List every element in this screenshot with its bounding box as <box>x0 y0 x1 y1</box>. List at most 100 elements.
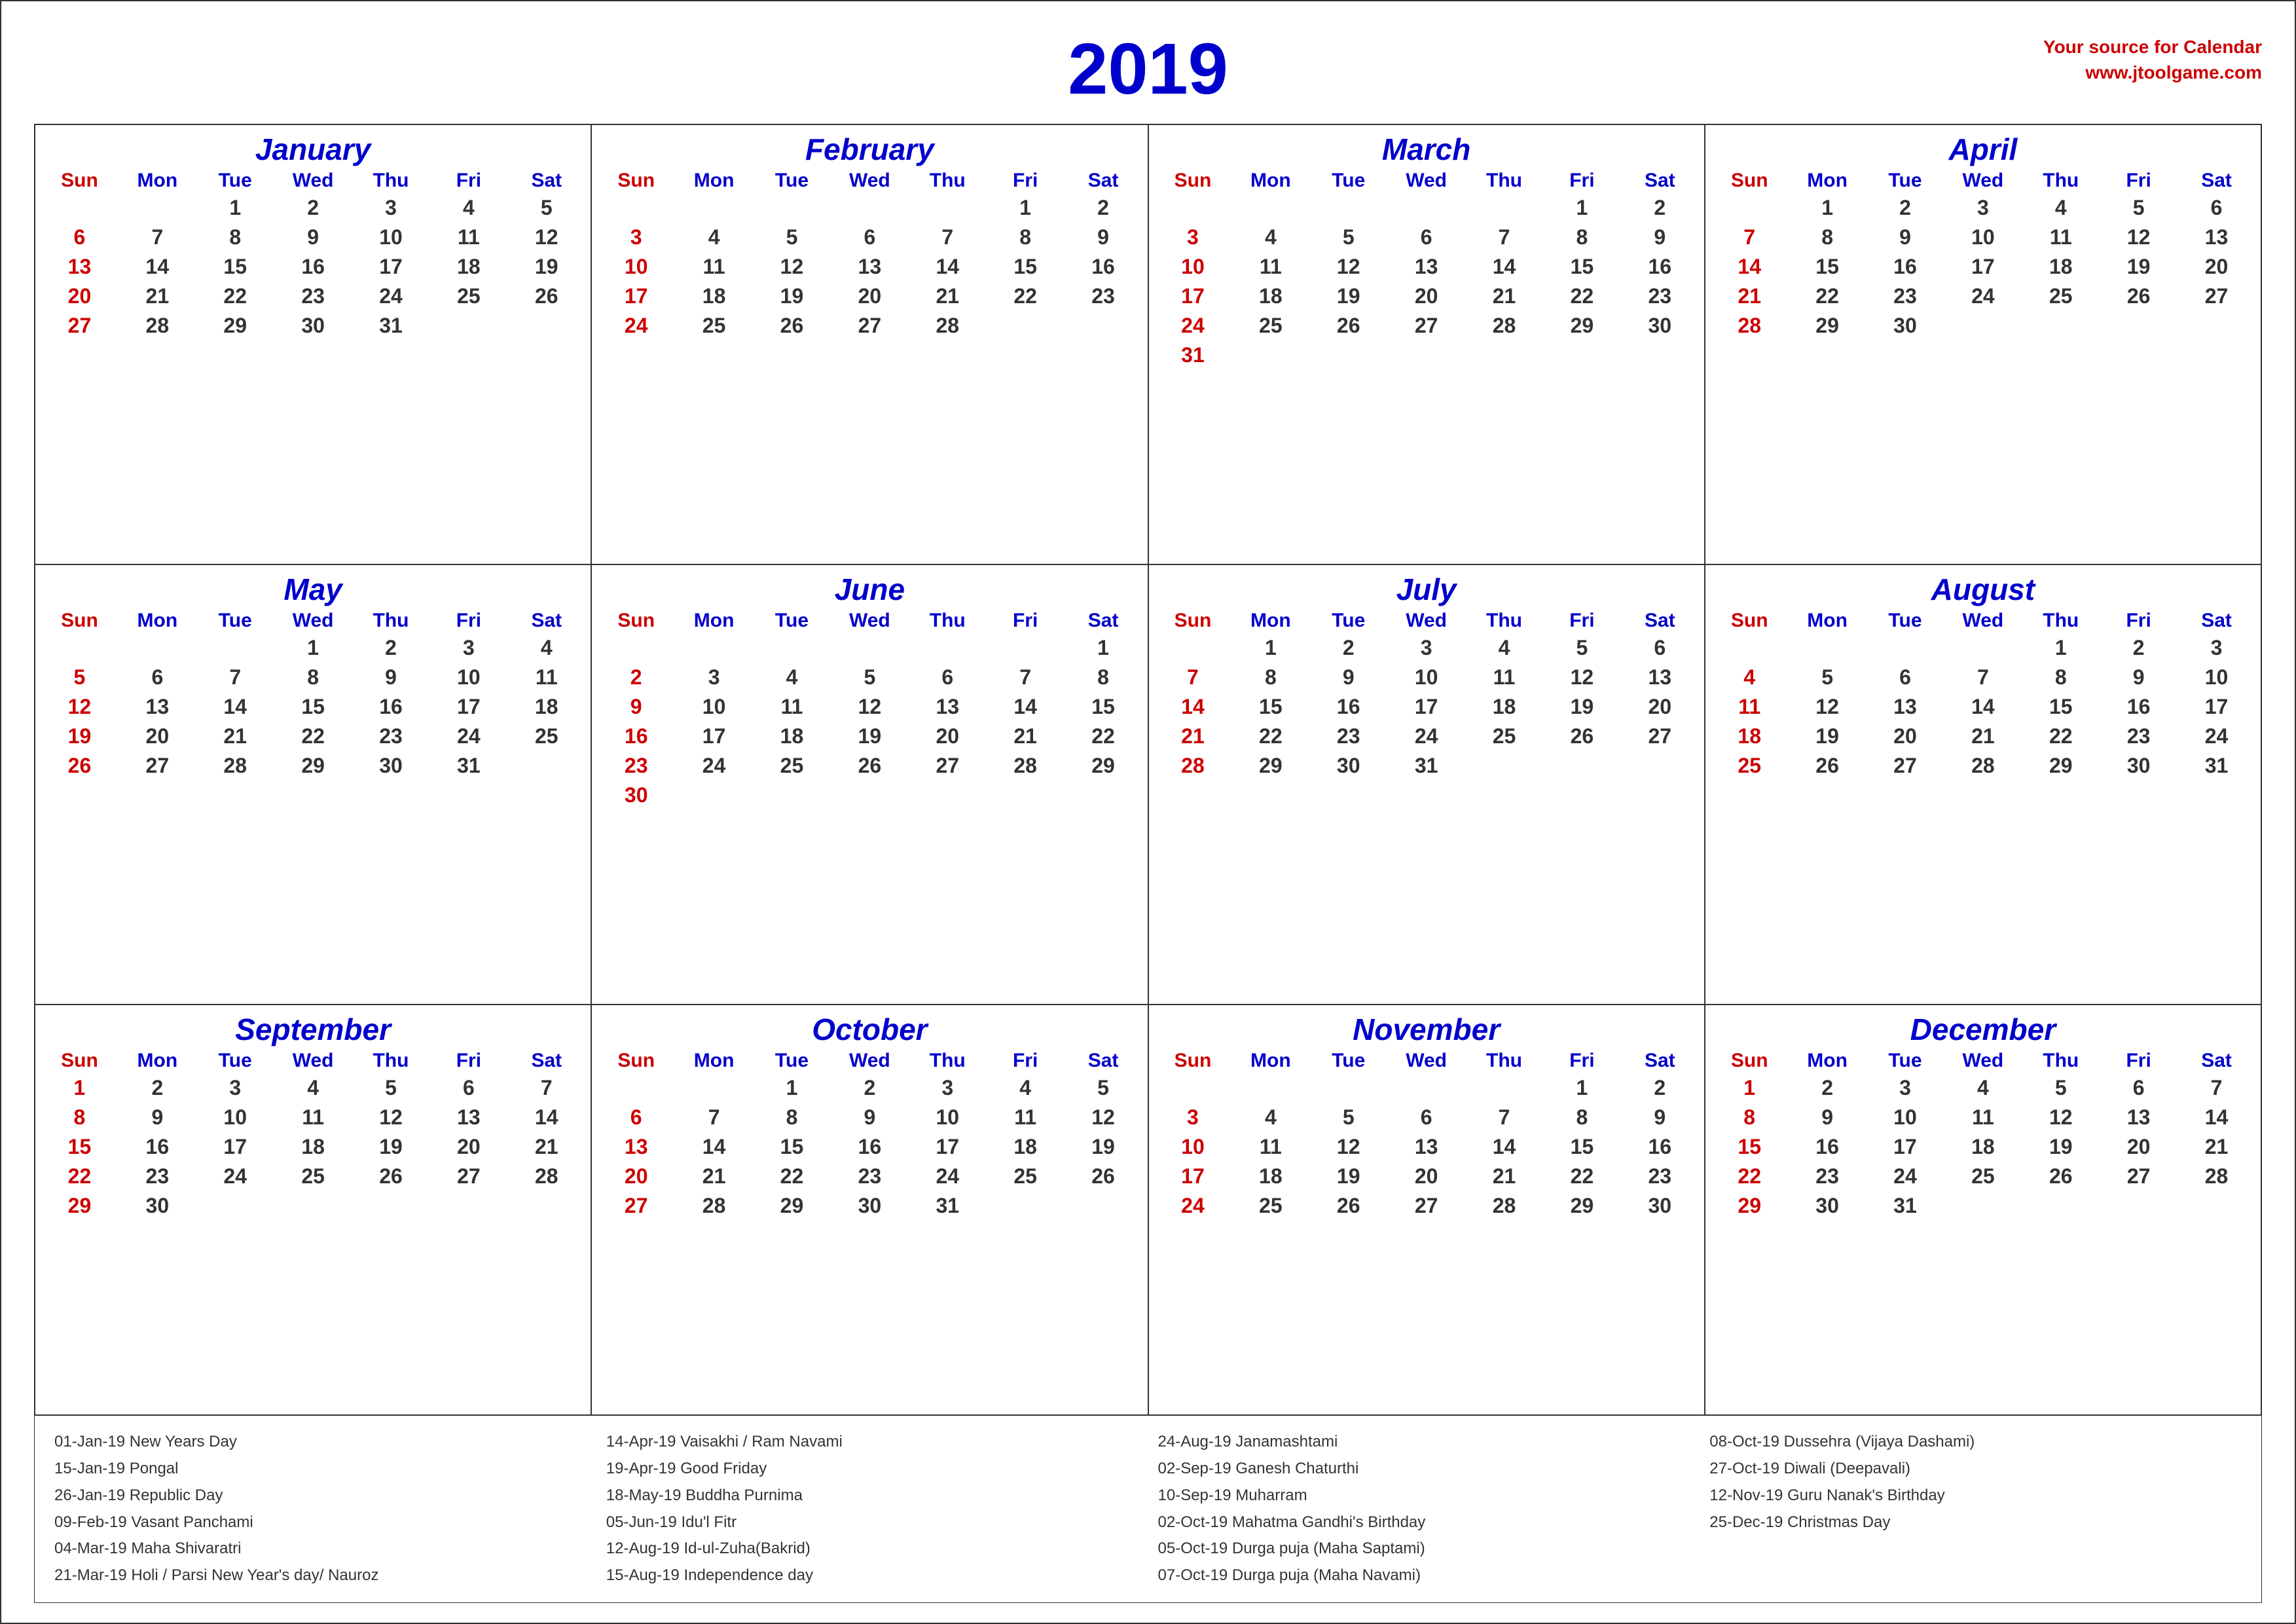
day-header-tue: Tue <box>1867 170 1944 192</box>
holiday-item: 12-Aug-19 Id-ul-Zuha(Bakrid) <box>606 1536 1139 1562</box>
day-cell: 23 <box>1065 282 1142 311</box>
day-cell: 31 <box>909 1191 987 1221</box>
day-cell: 19 <box>2022 1132 2100 1162</box>
holiday-item: 02-Oct-19 Mahatma Gandhi's Birthday <box>1158 1509 1690 1536</box>
day-cell: 0 <box>41 633 118 663</box>
day-cell: 0 <box>909 633 987 663</box>
day-cell: 28 <box>1465 311 1543 341</box>
day-cell: 11 <box>274 1103 352 1132</box>
day-headers: SunMonTueWedThuFriSat <box>597 1050 1142 1072</box>
day-cell: 7 <box>1154 663 1232 692</box>
day-cell: 0 <box>597 633 675 663</box>
day-cell: 8 <box>1065 663 1142 692</box>
day-cell: 5 <box>2022 1073 2100 1103</box>
day-cell: 4 <box>1231 1103 1309 1132</box>
day-header-tue: Tue <box>1309 610 1387 632</box>
day-header-sun: Sun <box>1154 1050 1232 1072</box>
day-cell: 7 <box>909 223 987 252</box>
day-header-wed: Wed <box>1387 610 1465 632</box>
holiday-item: 05-Jun-19 Idu'l Fitr <box>606 1509 1139 1536</box>
day-cell: 22 <box>1543 282 1621 311</box>
holiday-item: 24-Aug-19 Janamashtami <box>1158 1429 1690 1456</box>
day-cell: 28 <box>1944 751 2022 781</box>
holiday-item: 18-May-19 Buddha Purnima <box>606 1483 1139 1509</box>
day-cell: 4 <box>675 223 753 252</box>
day-cell: 0 <box>274 1191 352 1221</box>
day-cell: 4 <box>753 663 831 692</box>
day-header-mon: Mon <box>675 170 753 192</box>
day-cell: 0 <box>507 311 585 341</box>
day-cell: 11 <box>2022 223 2100 252</box>
holiday-item: 12-Nov-19 Guru Nanak's Birthday <box>1709 1483 2242 1509</box>
day-cell: 8 <box>274 663 352 692</box>
day-cell: 6 <box>1387 223 1465 252</box>
day-cell: 12 <box>1309 252 1387 282</box>
day-cell: 10 <box>196 1103 274 1132</box>
day-header-fri: Fri <box>2100 610 2178 632</box>
day-cell: 4 <box>507 633 585 663</box>
day-header-thu: Thu <box>2022 610 2100 632</box>
day-header-sun: Sun <box>1154 610 1232 632</box>
day-cell: 3 <box>1944 193 2022 223</box>
day-cell: 0 <box>2100 1191 2178 1221</box>
day-cell: 2 <box>118 1073 196 1103</box>
day-cell: 25 <box>1231 1191 1309 1221</box>
day-cell: 26 <box>507 282 585 311</box>
holiday-item: 01-Jan-19 New Years Day <box>54 1429 587 1456</box>
day-cell: 22 <box>2022 722 2100 751</box>
day-cell: 16 <box>1621 1132 1699 1162</box>
day-cell: 27 <box>118 751 196 781</box>
day-cell: 8 <box>41 1103 118 1132</box>
day-cell: 19 <box>1309 1162 1387 1191</box>
day-cell: 21 <box>909 282 987 311</box>
day-cell: 0 <box>1065 781 1142 810</box>
day-cell: 3 <box>675 663 753 692</box>
day-header-tue: Tue <box>753 170 831 192</box>
day-cell: 2 <box>352 633 430 663</box>
day-cell: 14 <box>675 1132 753 1162</box>
day-header-tue: Tue <box>1867 610 1944 632</box>
day-cell: 9 <box>831 1103 909 1132</box>
day-cell: 24 <box>1944 282 2022 311</box>
day-cell: 10 <box>352 223 430 252</box>
day-cell: 23 <box>118 1162 196 1191</box>
day-cell: 18 <box>1231 282 1309 311</box>
day-header-fri: Fri <box>987 170 1065 192</box>
day-cell: 17 <box>1154 282 1232 311</box>
day-cell: 28 <box>987 751 1065 781</box>
day-header-thu: Thu <box>1465 610 1543 632</box>
month-name-august: August <box>1711 572 2255 607</box>
day-cell: 24 <box>429 722 507 751</box>
day-cell: 0 <box>753 633 831 663</box>
day-cell: 4 <box>1465 633 1543 663</box>
day-cell: 26 <box>831 751 909 781</box>
day-cell: 23 <box>1789 1162 1867 1191</box>
day-cell: 27 <box>909 751 987 781</box>
holiday-item: 05-Oct-19 Durga puja (Maha Saptami) <box>1158 1536 1690 1562</box>
day-cell: 30 <box>1621 1191 1699 1221</box>
month-block-december: DecemberSunMonTueWedThuFriSat12345678910… <box>1705 1005 2261 1415</box>
day-cell: 20 <box>1387 1162 1465 1191</box>
day-header-thu: Thu <box>352 170 430 192</box>
day-cell: 5 <box>507 193 585 223</box>
day-cell: 0 <box>2022 1191 2100 1221</box>
day-cell: 0 <box>1789 633 1867 663</box>
day-headers: SunMonTueWedThuFriSat <box>1154 170 1699 192</box>
day-cell: 13 <box>1621 663 1699 692</box>
header: 2019 Your source for Calendar www.jtoolg… <box>34 28 2262 111</box>
day-cell: 0 <box>1154 193 1232 223</box>
day-cell: 8 <box>753 1103 831 1132</box>
day-header-wed: Wed <box>274 610 352 632</box>
day-header-sat: Sat <box>507 610 585 632</box>
day-cell: 10 <box>597 252 675 282</box>
day-header-wed: Wed <box>274 170 352 192</box>
day-header-tue: Tue <box>1867 1050 1944 1072</box>
day-header-thu: Thu <box>1465 170 1543 192</box>
day-cell: 28 <box>909 311 987 341</box>
day-cell: 17 <box>597 282 675 311</box>
calendar-days: 0123456789101112131415161718192021222324… <box>1154 633 1699 781</box>
day-cell: 5 <box>831 663 909 692</box>
day-cell: 8 <box>1231 663 1309 692</box>
day-cell: 19 <box>1065 1132 1142 1162</box>
day-cell: 12 <box>1543 663 1621 692</box>
